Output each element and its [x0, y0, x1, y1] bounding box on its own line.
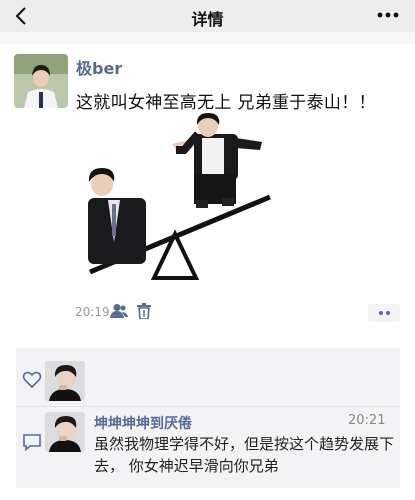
- trash-icon[interactable]: [137, 303, 151, 319]
- post-text: 这就叫女神至高无上 兄弟重于泰山！！: [76, 93, 376, 113]
- top-bar: 详情: [0, 0, 415, 32]
- commenter-name[interactable]: 坤坤坤坤到厌倦: [94, 413, 192, 433]
- commenter-avatar[interactable]: [45, 412, 85, 452]
- comment-bubble-icon: [23, 434, 41, 451]
- figure-left: [88, 168, 146, 264]
- heart-outline-icon: [22, 371, 42, 389]
- header-gap: [0, 32, 415, 44]
- comments-divider: [16, 406, 400, 407]
- two-dots-icon[interactable]: [368, 304, 400, 322]
- post-time: 20:19: [75, 305, 110, 319]
- comment-text[interactable]: 虽然我物理学得不好，但是按这个趋势发展下去， 你女神迟早滑向你兄弟: [94, 433, 394, 477]
- poster-username[interactable]: 极ber: [76, 55, 122, 79]
- more-dots-icon[interactable]: [375, 5, 401, 25]
- poster-avatar[interactable]: [14, 54, 68, 108]
- comment-time: 20:21: [348, 413, 386, 428]
- like-avatar[interactable]: [45, 361, 85, 401]
- page-title: 详情: [191, 10, 224, 29]
- figure-right: [172, 113, 262, 208]
- friend-icon[interactable]: [110, 303, 128, 319]
- post-image[interactable]: [76, 112, 276, 292]
